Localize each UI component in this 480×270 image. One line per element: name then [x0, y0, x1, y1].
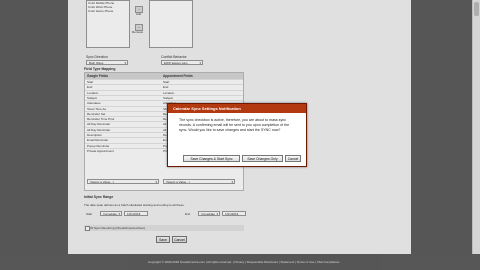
dialog-cancel-button[interactable]: Cancel: [285, 155, 301, 162]
dialog-message: The sync checkbox is active, therefore, …: [179, 118, 290, 133]
save-and-start-sync-button[interactable]: Save Changes & Start Sync: [183, 155, 240, 162]
sync-notification-dialog: Calendar Sync Settings Notification The …: [167, 103, 307, 167]
dialog-title: Calendar Sync Settings Notification: [168, 104, 306, 113]
save-changes-only-button[interactable]: Save Changes Only: [242, 155, 283, 162]
